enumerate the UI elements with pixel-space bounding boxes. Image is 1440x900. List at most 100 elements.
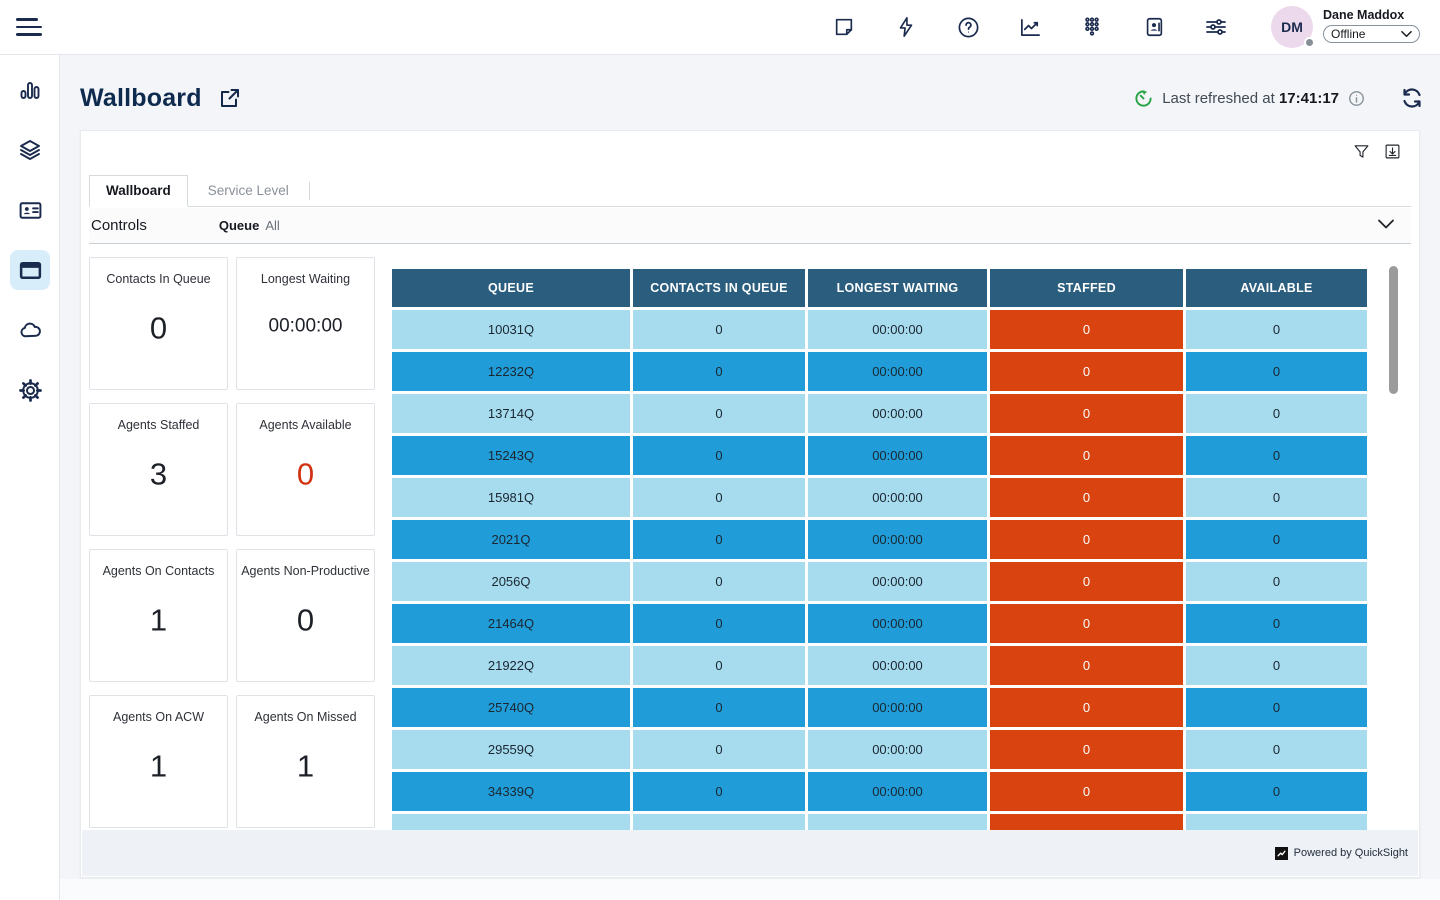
- sidebar-item-cloud[interactable]: [10, 310, 50, 350]
- note-icon[interactable]: [831, 14, 857, 40]
- tab-bar: Wallboard Service Level: [89, 177, 1411, 207]
- cell-queue: 2056Q: [392, 562, 630, 601]
- table-row: 21464Q000:00:0000: [392, 604, 1367, 643]
- dashboard-panel: Wallboard Service Level Controls Queue A…: [80, 130, 1420, 878]
- cell-staffed: [990, 814, 1183, 831]
- cell-staffed: 0: [990, 562, 1183, 601]
- cloud-icon: [18, 318, 43, 343]
- cell-available: 0: [1186, 730, 1367, 769]
- cell-staffed: 0: [990, 352, 1183, 391]
- dialpad-icon[interactable]: [1079, 14, 1105, 40]
- cell-available: 0: [1186, 604, 1367, 643]
- table-row: 21922Q000:00:0000: [392, 646, 1367, 685]
- tab-service-level[interactable]: Service Level: [188, 176, 309, 206]
- table-header-cell: CONTACTS IN QUEUE: [633, 269, 805, 307]
- kpi-card: Agents Non-Productive0: [236, 549, 375, 682]
- cell-contacts-in-queue: 0: [633, 310, 805, 349]
- contact-card-icon: [18, 198, 43, 223]
- kpi-card-title: Agents On Missed: [237, 710, 374, 724]
- menu-icon[interactable]: [16, 13, 44, 41]
- sidebar-item-metrics[interactable]: [10, 70, 50, 110]
- line-chart-icon[interactable]: [1017, 14, 1043, 40]
- top-bar: DM Dane Maddox Offline: [0, 0, 1440, 55]
- last-refreshed-time: 17:41:17: [1279, 90, 1339, 107]
- topbar-actions: DM Dane Maddox Offline: [831, 6, 1440, 48]
- avatar[interactable]: DM: [1271, 6, 1313, 48]
- cell-staffed: 0: [990, 772, 1183, 811]
- cell-contacts-in-queue: 0: [633, 646, 805, 685]
- cell-queue: 25740Q: [392, 688, 630, 727]
- cell-longest-waiting: 00:00:00: [808, 394, 987, 433]
- cell-available: 0: [1186, 688, 1367, 727]
- kpi-card: Agents On Missed 1: [236, 695, 375, 828]
- cell-queue: 15243Q: [392, 436, 630, 475]
- kpi-card-title: Agents On Contacts: [90, 564, 227, 578]
- cell-contacts-in-queue: [633, 814, 805, 831]
- cell-longest-waiting: 00:00:00: [808, 772, 987, 811]
- table-row: 15981Q000:00:0000: [392, 478, 1367, 517]
- cell-queue: 2021Q: [392, 520, 630, 559]
- cell-contacts-in-queue: 0: [633, 352, 805, 391]
- layers-icon: [18, 138, 42, 162]
- sidebar-item-wallboard[interactable]: [10, 250, 50, 290]
- controls-collapse-chevron-icon[interactable]: [1377, 217, 1395, 235]
- status-select[interactable]: Offline: [1323, 25, 1420, 43]
- table-row: 15243Q000:00:0000: [392, 436, 1367, 475]
- cell-available: 0: [1186, 562, 1367, 601]
- table-row: 2021Q000:00:0000: [392, 520, 1367, 559]
- chevron-down-icon: [1401, 30, 1412, 38]
- table-header-cell: QUEUE: [392, 269, 630, 307]
- kpi-card-title: Longest Waiting: [237, 272, 374, 286]
- table-row: 29559Q000:00:0000: [392, 730, 1367, 769]
- cell-contacts-in-queue: 0: [633, 730, 805, 769]
- sidebar-item-layers[interactable]: [10, 130, 50, 170]
- table-row: 10031Q000:00:0000: [392, 310, 1367, 349]
- table-row: 12232Q000:00:0000: [392, 352, 1367, 391]
- kpi-grid: Contacts In Queue0Longest Waiting00:00:0…: [89, 257, 375, 828]
- cell-queue: 15981Q: [392, 478, 630, 517]
- cell-available: 0: [1186, 394, 1367, 433]
- cell-contacts-in-queue: 0: [633, 520, 805, 559]
- controls-label: Controls: [91, 217, 147, 234]
- cell-queue: 21922Q: [392, 646, 630, 685]
- gear-icon: [18, 378, 43, 403]
- cell-queue: 29559Q: [392, 730, 630, 769]
- filter-icon[interactable]: [1353, 143, 1370, 160]
- kpi-card-value: 0: [237, 602, 374, 638]
- info-icon[interactable]: [1348, 90, 1365, 107]
- powered-by-quicksight-link[interactable]: Powered by QuickSight: [1275, 847, 1408, 860]
- sidebar-item-settings[interactable]: [10, 370, 50, 410]
- lightning-icon[interactable]: [893, 14, 919, 40]
- cell-available: 0: [1186, 520, 1367, 559]
- cell-available: [1186, 814, 1367, 831]
- kpi-card: Agents On ACW1: [89, 695, 228, 828]
- kpi-card-value: 1: [237, 748, 374, 784]
- user-cluster: DM Dane Maddox Offline: [1271, 6, 1420, 48]
- directory-icon[interactable]: [1141, 14, 1167, 40]
- kpi-card-value: 1: [90, 748, 227, 784]
- page-title: Wallboard: [80, 84, 202, 113]
- cell-queue: 13714Q: [392, 394, 630, 433]
- table-row: 34339Q000:00:0000: [392, 772, 1367, 811]
- queue-filter[interactable]: Queue All: [219, 218, 280, 233]
- sidebar-item-contacts[interactable]: [10, 190, 50, 230]
- quicksight-logo-icon: [1275, 847, 1288, 860]
- cell-longest-waiting: 00:00:00: [808, 688, 987, 727]
- cell-queue: 12232Q: [392, 352, 630, 391]
- cell-contacts-in-queue: 0: [633, 562, 805, 601]
- window-icon: [18, 258, 43, 283]
- table-scrollbar-thumb[interactable]: [1389, 266, 1398, 394]
- tab-wallboard[interactable]: Wallboard: [89, 175, 188, 207]
- cell-staffed: 0: [990, 604, 1183, 643]
- refresh-icon[interactable]: [1400, 86, 1424, 110]
- cell-queue: 34339Q: [392, 772, 630, 811]
- sliders-icon[interactable]: [1203, 14, 1229, 40]
- status-dot-icon: [1304, 37, 1315, 48]
- cell-staffed: 0: [990, 310, 1183, 349]
- help-icon[interactable]: [955, 14, 981, 40]
- cell-staffed: 0: [990, 730, 1183, 769]
- page-header: Wallboard Last refreshed at 17:41:17: [80, 75, 1424, 121]
- cell-longest-waiting: 00:00:00: [808, 604, 987, 643]
- download-icon[interactable]: [1384, 143, 1401, 160]
- external-link-icon[interactable]: [218, 86, 242, 110]
